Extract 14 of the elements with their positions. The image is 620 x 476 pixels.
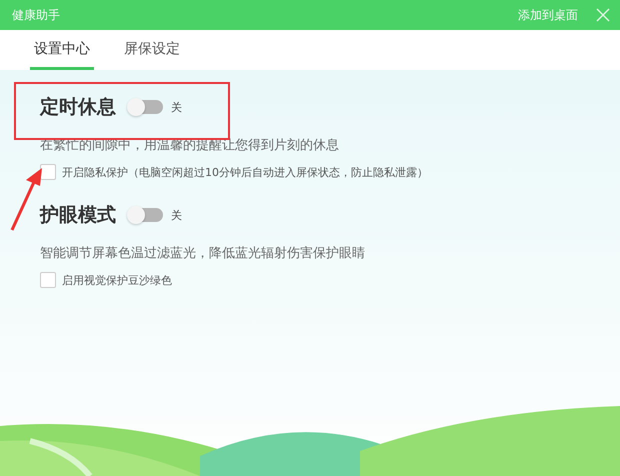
toggle-switch[interactable] [128, 100, 163, 114]
toggle-state-label: 关 [171, 208, 182, 222]
checkbox[interactable] [40, 272, 56, 288]
section-title: 护眼模式 [40, 203, 116, 228]
toggle-switch[interactable] [128, 208, 163, 222]
section-description: 智能调节屏幕色温过滤蓝光，降低蓝光辐射伤害保护眼睛 [40, 245, 366, 262]
checkbox-label: 启用视觉保护豆沙绿色 [62, 272, 172, 288]
section-title: 定时休息 [40, 95, 116, 120]
checkbox[interactable] [40, 164, 56, 180]
checkbox-label: 开启隐私保护（电脑空闲超过10分钟后自动进入屏保状态，防止隐私泄露） [62, 164, 428, 180]
window-title: 健康助手 [12, 6, 60, 24]
tab[interactable]: 屏保设定 [120, 30, 184, 70]
close-icon[interactable] [596, 8, 610, 22]
toggle-state-label: 关 [171, 100, 182, 114]
